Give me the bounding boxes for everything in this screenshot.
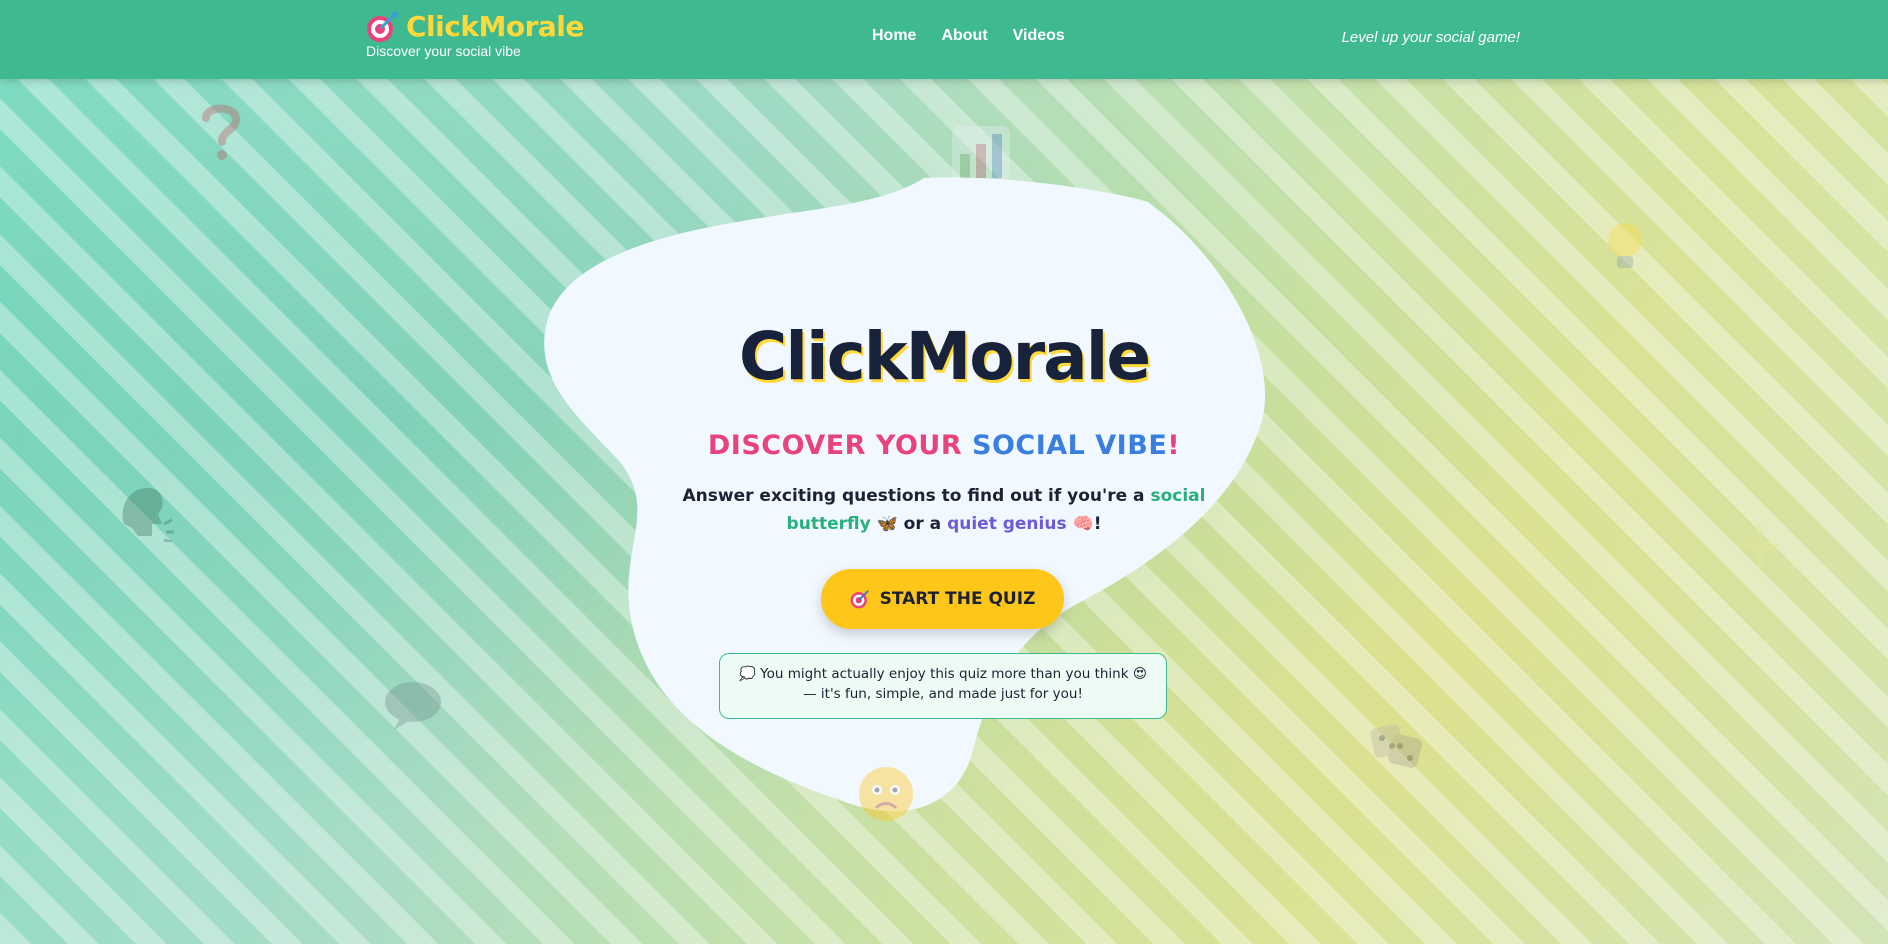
hero-description: Answer exciting questions to find out if… (654, 482, 1234, 538)
note-text-2: — it's fun, simple, and made just for yo… (803, 686, 1083, 702)
header-tagline: Level up your social game! (1341, 29, 1520, 46)
hero-section: ClickMorale DISCOVER YOUR SOCIAL VIBE! A… (0, 0, 1888, 944)
hero-subtitle: DISCOVER YOUR SOCIAL VIBE! (0, 430, 1888, 461)
brand[interactable]: ClickMorale Discover your social vibe (366, 10, 584, 59)
nav-videos-link[interactable]: Videos (1013, 27, 1065, 45)
confused-face-icon (859, 767, 913, 821)
info-note: 💭 You might actually enjoy this quiz mor… (719, 653, 1167, 719)
target-dart-icon (367, 11, 397, 42)
desc-text-3: ! (1093, 514, 1102, 534)
thought-bubble-icon: 💭 (739, 666, 756, 682)
hero-subtitle-part2: SOCIAL VIBE (972, 430, 1168, 461)
start-quiz-button[interactable]: START THE QUIZ (821, 569, 1064, 629)
top-header: ClickMorale Discover your social vibe Ho… (0, 0, 1888, 79)
hero-subtitle-part3: ! (1167, 430, 1181, 461)
nav-home-link[interactable]: Home (872, 27, 916, 45)
main-nav: Home About Videos (872, 27, 1065, 45)
note-text-1: You might actually enjoy this quiz more … (760, 666, 1129, 682)
desc-text-2: or a (897, 514, 948, 534)
brain-icon: 🧠 (1072, 514, 1094, 534)
target-dart-icon (850, 590, 869, 609)
butterfly-icon: 🦋 (876, 514, 898, 534)
brand-subtitle: Discover your social vibe (366, 43, 521, 59)
heart-eyes-icon: 😍 (1132, 666, 1147, 682)
start-quiz-label: START THE QUIZ (879, 589, 1036, 609)
hero-title: ClickMorale (738, 318, 1151, 395)
brand-name: ClickMorale (406, 10, 584, 43)
quiet-genius-highlight: quiet genius (947, 514, 1067, 534)
hero-subtitle-part1: DISCOVER YOUR (707, 430, 973, 461)
desc-text-1: Answer exciting questions to find out if… (682, 486, 1151, 506)
nav-about-link[interactable]: About (941, 27, 987, 45)
